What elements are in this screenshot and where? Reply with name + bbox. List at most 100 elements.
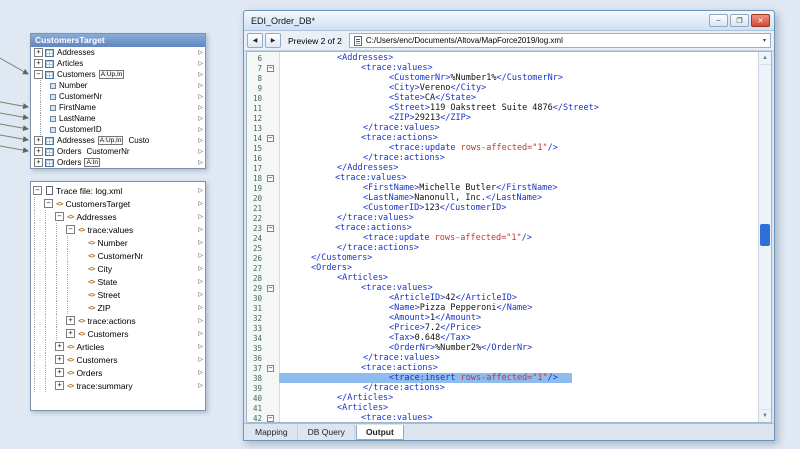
vertical-scrollbar[interactable]: ▲ ▼ [758,52,771,422]
file-path-combobox[interactable]: C:/Users/enc/Documents/Altova/MapForce20… [349,33,771,48]
expand-icon[interactable]: + [34,59,43,68]
fold-collapse-icon[interactable]: − [267,65,274,72]
collapse-icon[interactable]: − [33,186,42,195]
output-connector-icon[interactable]: ▷ [196,382,203,389]
tree-node[interactable]: −<>trace:values▷ [31,223,205,236]
expand-icon[interactable]: + [55,381,64,390]
expand-icon[interactable]: + [34,136,43,145]
tree-node[interactable]: +<>Orders▷ [31,366,205,379]
collapse-icon[interactable]: − [66,225,75,234]
mapping-row[interactable]: CustomerNr▷ [31,91,205,102]
output-connector-icon[interactable]: ▷ [196,356,203,363]
output-connector-icon[interactable]: ▷ [196,213,203,220]
tree-node[interactable]: +<>Articles▷ [31,340,205,353]
output-connector-icon[interactable]: ▷ [196,291,203,298]
collapse-icon[interactable]: − [34,70,43,79]
output-connector-icon[interactable]: ▷ [196,343,203,350]
tree-node[interactable]: −Trace file: log.xml▷ [31,184,205,197]
scrollbar-thumb[interactable] [760,224,770,246]
output-connector-icon[interactable]: ▷ [196,104,203,111]
output-connector-icon[interactable]: ▷ [196,115,203,122]
tree-node[interactable]: <>Number▷ [31,236,205,249]
table-action-badge[interactable]: A:Up,In [98,136,124,145]
mapping-row[interactable]: Number▷ [31,80,205,91]
output-connector-icon[interactable]: ▷ [196,317,203,324]
expand-icon[interactable]: + [34,147,43,156]
mapping-row[interactable]: +OrdersA:In▷ [31,157,205,168]
expand-icon[interactable]: + [55,368,64,377]
mapping-row[interactable]: −CustomersA:Up,In▷ [31,69,205,80]
output-connector-icon[interactable]: ▷ [196,304,203,311]
mapping-component-customers-target[interactable]: CustomersTarget +Addresses▷+Articles▷− Cu… [30,33,206,169]
fold-collapse-icon[interactable]: − [267,175,274,182]
scroll-down-icon[interactable]: ▼ [759,409,771,422]
output-connector-icon[interactable]: ▷ [196,49,203,56]
output-connector-icon[interactable]: ▷ [196,93,203,100]
output-connector-icon[interactable]: ▷ [196,278,203,285]
tree-node[interactable]: <>Street▷ [31,288,205,301]
output-connector-icon[interactable]: ▷ [196,200,203,207]
tree-node[interactable]: +<>Customers▷ [31,353,205,366]
output-connector-icon[interactable]: ▷ [196,126,203,133]
output-connector-icon[interactable]: ▷ [196,60,203,67]
output-connector-icon[interactable]: ▷ [196,159,203,166]
expand-icon[interactable]: + [66,316,75,325]
expand-icon[interactable]: + [34,158,43,167]
fold-collapse-icon[interactable]: − [267,285,274,292]
fold-collapse-icon[interactable]: − [267,365,274,372]
mapping-row[interactable]: +AddressesA:Up,InCusto▷ [31,135,205,146]
expand-icon[interactable]: + [66,329,75,338]
tree-node[interactable]: <>State▷ [31,275,205,288]
expand-icon[interactable]: + [34,48,43,57]
tree-node[interactable]: +<>trace:actions▷ [31,314,205,327]
output-connector-icon[interactable]: ▷ [196,265,203,272]
collapse-icon[interactable]: − [55,212,64,221]
tree-node[interactable]: <>City▷ [31,262,205,275]
output-connector-icon[interactable]: ▷ [196,187,203,194]
table-action-badge[interactable]: A:Up,In [99,70,125,79]
mapping-row[interactable]: CustomerID▷ [31,124,205,135]
component-title[interactable]: CustomersTarget [31,34,205,47]
mapping-row[interactable]: +Articles▷ [31,58,205,69]
tree-node[interactable]: −<>Addresses▷ [31,210,205,223]
scroll-up-icon[interactable]: ▲ [759,52,771,65]
mapping-row[interactable]: +OrdersCustomerNr▷ [31,146,205,157]
fold-collapse-icon[interactable]: − [267,135,274,142]
output-connector-icon[interactable]: ▷ [196,82,203,89]
output-connector-icon[interactable]: ▷ [196,330,203,337]
output-connector-icon[interactable]: ▷ [196,369,203,376]
output-connector-icon[interactable]: ▷ [196,137,203,144]
tab-mapping[interactable]: Mapping [246,425,298,440]
expand-icon[interactable]: + [55,342,64,351]
code-line: 29−<trace:values> [247,283,758,293]
tree-node[interactable]: <>ZIP▷ [31,301,205,314]
mapping-row[interactable]: +Addresses▷ [31,47,205,58]
window-titlebar[interactable]: EDI_Order_DB* – ❒ ✕ [244,11,774,31]
fold-collapse-icon[interactable]: − [267,415,274,422]
tree-node[interactable]: +<>Customers▷ [31,327,205,340]
mapping-row[interactable]: LastName▷ [31,113,205,124]
tab-db-query[interactable]: DB Query [299,425,355,440]
output-connector-icon[interactable]: ▷ [196,252,203,259]
tree-node[interactable]: <>CustomerNr▷ [31,249,205,262]
trace-file-tree[interactable]: −Trace file: log.xml▷−<>CustomersTarget▷… [30,181,206,411]
previous-preview-button[interactable]: ◀ [247,33,263,48]
output-connector-icon[interactable]: ▷ [196,226,203,233]
collapse-icon[interactable]: − [44,199,53,208]
output-connector-icon[interactable]: ▷ [196,148,203,155]
output-connector-icon[interactable]: ▷ [196,239,203,246]
minimize-button[interactable]: – [709,14,728,27]
mapping-row[interactable]: FirstName▷ [31,102,205,113]
table-action-badge[interactable]: A:In [84,158,100,167]
tree-node[interactable]: +<>trace:summary▷ [31,379,205,392]
fold-collapse-icon[interactable]: − [267,225,274,232]
tab-output[interactable]: Output [356,425,404,440]
code-area[interactable]: 6<Addresses>7−<trace:values>8<CustomerNr… [247,52,758,423]
chevron-down-icon[interactable]: ▾ [763,37,766,44]
output-connector-icon[interactable]: ▷ [196,71,203,78]
tree-node[interactable]: −<>CustomersTarget▷ [31,197,205,210]
maximize-button[interactable]: ❒ [730,14,749,27]
expand-icon[interactable]: + [55,355,64,364]
next-preview-button[interactable]: ▶ [265,33,281,48]
close-button[interactable]: ✕ [751,14,770,27]
